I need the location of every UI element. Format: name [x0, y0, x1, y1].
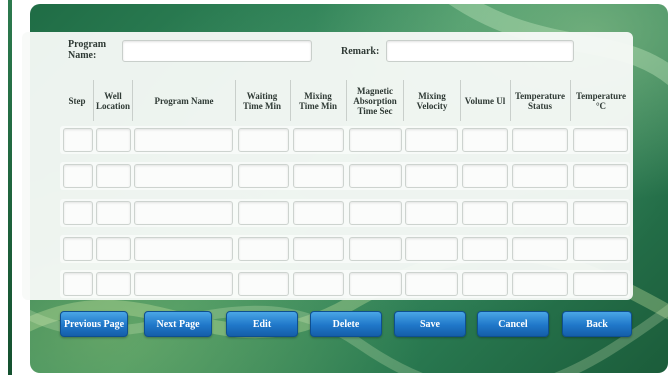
program-name-input[interactable]	[122, 40, 312, 62]
cell-step-row-3[interactable]	[63, 201, 93, 225]
cell-magnetic-absorption-time-row-2[interactable]	[349, 164, 402, 188]
column-header-temperature-c: Temperature °C	[576, 90, 626, 111]
cell-mixing-time-row-3[interactable]	[293, 201, 344, 225]
column-header-mixing-time: Mixing Time Min	[298, 90, 338, 111]
next-page-button[interactable]: Next Page	[144, 311, 212, 337]
cell-program-name-row-2[interactable]	[134, 164, 233, 188]
cell-magnetic-absorption-time-row-4[interactable]	[349, 237, 402, 261]
cell-waiting-time-row-1[interactable]	[238, 128, 289, 152]
cell-temperature-c-row-1[interactable]	[573, 128, 628, 152]
cell-step-row-5[interactable]	[63, 272, 93, 296]
cell-mixing-velocity-row-1[interactable]	[405, 128, 458, 152]
cancel-button[interactable]: Cancel	[477, 311, 549, 337]
cell-well-location-row-1[interactable]	[96, 128, 131, 152]
cell-well-location-row-3[interactable]	[96, 201, 131, 225]
cell-waiting-time-row-4[interactable]	[238, 237, 289, 261]
header-divider	[235, 80, 236, 121]
column-header-magnetic-absorption-time: Magnetic Absorption Time Sec	[353, 85, 397, 116]
cell-magnetic-absorption-time-row-3[interactable]	[349, 201, 402, 225]
cell-volume-row-5[interactable]	[462, 272, 508, 296]
header-divider	[346, 80, 347, 121]
cell-program-name-row-4[interactable]	[134, 237, 233, 261]
cell-mixing-velocity-row-3[interactable]	[405, 201, 458, 225]
cell-volume-row-2[interactable]	[462, 164, 508, 188]
cell-step-row-4[interactable]	[63, 237, 93, 261]
cell-temperature-status-row-5[interactable]	[512, 272, 568, 296]
cell-step-row-2[interactable]	[63, 164, 93, 188]
cell-volume-row-4[interactable]	[462, 237, 508, 261]
column-header-volume: Volume Ul	[464, 95, 506, 106]
cell-program-name-row-3[interactable]	[134, 201, 233, 225]
cell-magnetic-absorption-time-row-1[interactable]	[349, 128, 402, 152]
cell-temperature-status-row-2[interactable]	[512, 164, 568, 188]
cell-waiting-time-row-2[interactable]	[238, 164, 289, 188]
cell-volume-row-1[interactable]	[462, 128, 508, 152]
column-header-mixing-velocity: Mixing Velocity	[416, 90, 448, 111]
header-divider	[290, 80, 291, 121]
cell-mixing-time-row-2[interactable]	[293, 164, 344, 188]
cell-temperature-status-row-3[interactable]	[512, 201, 568, 225]
cell-well-location-row-4[interactable]	[96, 237, 131, 261]
cell-volume-row-3[interactable]	[462, 201, 508, 225]
edit-button[interactable]: Edit	[226, 311, 298, 337]
cell-program-name-row-1[interactable]	[134, 128, 233, 152]
left-edge-stripe	[0, 0, 14, 375]
cell-well-location-row-2[interactable]	[96, 164, 131, 188]
cell-temperature-status-row-1[interactable]	[512, 128, 568, 152]
cell-magnetic-absorption-time-row-5[interactable]	[349, 272, 402, 296]
left-edge-stripe-line	[8, 0, 12, 375]
cell-program-name-row-5[interactable]	[134, 272, 233, 296]
cell-waiting-time-row-3[interactable]	[238, 201, 289, 225]
cell-mixing-time-row-5[interactable]	[293, 272, 344, 296]
cell-mixing-time-row-4[interactable]	[293, 237, 344, 261]
previous-page-button[interactable]: Previous Page	[60, 311, 128, 337]
cell-mixing-velocity-row-4[interactable]	[405, 237, 458, 261]
cell-mixing-velocity-row-5[interactable]	[405, 272, 458, 296]
back-button[interactable]: Back	[562, 311, 632, 337]
cell-temperature-c-row-3[interactable]	[573, 201, 628, 225]
remark-label: Remark:	[341, 46, 380, 57]
cell-step-row-1[interactable]	[63, 128, 93, 152]
cell-waiting-time-row-5[interactable]	[238, 272, 289, 296]
cell-mixing-time-row-1[interactable]	[293, 128, 344, 152]
column-header-waiting-time: Waiting Time Min	[242, 90, 282, 111]
cell-temperature-status-row-4[interactable]	[512, 237, 568, 261]
column-header-step: Step	[68, 95, 86, 106]
remark-input[interactable]	[386, 40, 574, 62]
column-header-temperature-status: Temperature Status	[515, 90, 565, 111]
cell-temperature-c-row-4[interactable]	[573, 237, 628, 261]
delete-button[interactable]: Delete	[310, 311, 382, 337]
cell-well-location-row-5[interactable]	[96, 272, 131, 296]
cell-mixing-velocity-row-2[interactable]	[405, 164, 458, 188]
column-header-program-name: Program Name	[154, 95, 214, 106]
cell-temperature-c-row-2[interactable]	[573, 164, 628, 188]
column-header-well-location: Well Location	[95, 90, 130, 111]
save-button[interactable]: Save	[394, 311, 466, 337]
cell-temperature-c-row-5[interactable]	[573, 272, 628, 296]
program-name-label: Program Name:	[68, 39, 107, 61]
